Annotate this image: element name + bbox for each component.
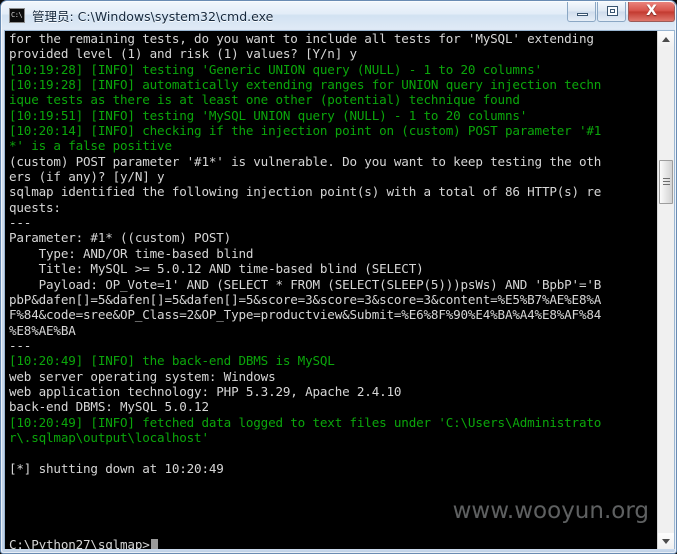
console-line: %E8%AE%BA [9, 322, 76, 338]
console-area: for the remaining tests, do you want to … [4, 30, 675, 551]
console-line: quests: [9, 199, 61, 215]
console-line-list: for the remaining tests, do you want to … [9, 31, 657, 537]
console-line: ers (if any)? [y/N] y [9, 169, 165, 185]
window-bottom-edge [1, 549, 676, 553]
console-line: [10:19:28] [INFO] testing 'Generic UNION… [9, 61, 542, 77]
maximize-button[interactable] [597, 2, 626, 22]
console-line: provided level (1) and risk (1) values? … [9, 46, 357, 62]
console-line: sqlmap identified the following injectio… [9, 184, 602, 200]
console-line: --- [9, 337, 32, 353]
console-line: web server operating system: Windows [9, 368, 276, 384]
title-bar[interactable]: C:\ 管理员: C:\Windows\system32\cmd.exe X [1, 1, 676, 29]
scroll-down-arrow-icon [662, 539, 670, 544]
minimize-button[interactable] [567, 2, 596, 22]
console-line: for the remaining tests, do you want to … [9, 31, 594, 46]
console-line: Parameter: #1* ((custom) POST) [9, 230, 232, 246]
cmd-exe-icon: C:\ [9, 8, 25, 23]
console-line: pbP&dafen[]=5&dafen[]=5&dafen[]=5&score=… [9, 291, 602, 307]
minimize-icon [577, 13, 588, 16]
vertical-scrollbar[interactable] [657, 31, 674, 550]
console-line: [10:20:49] [INFO] the back-end DBMS is M… [9, 353, 335, 369]
scroll-down-button[interactable] [658, 533, 674, 550]
console-line: [10:20:14] [INFO] checking if the inject… [9, 123, 602, 139]
scroll-up-arrow-icon [662, 37, 670, 42]
console-line: F%84&code=sree&OP_Class=2&OP_Type=produc… [9, 307, 602, 323]
window-controls: X [567, 2, 675, 22]
cmd-icon-glyph: C:\ [11, 11, 23, 19]
close-icon: X [646, 3, 657, 19]
console-line: [10:20:49] [INFO] fetched data logged to… [9, 414, 602, 430]
scrollbar-thumb[interactable] [659, 160, 673, 204]
console-line: ique tests as there is at least one othe… [9, 92, 520, 108]
console-line: back-end DBMS: MySQL 5.0.12 [9, 399, 209, 415]
console-line: --- [9, 215, 32, 231]
window-title: 管理员: C:\Windows\system32\cmd.exe [32, 8, 274, 24]
console-line: [*] shutting down at 10:20:49 [9, 460, 224, 476]
console-line: [10:19:51] [INFO] testing 'MySQL UNION q… [9, 107, 528, 123]
console-line: (custom) POST parameter '#1*' is vulnera… [9, 153, 602, 169]
console-output[interactable]: for the remaining tests, do you want to … [5, 31, 657, 550]
console-line: *' is a false positive [9, 138, 172, 154]
close-button[interactable]: X [628, 2, 675, 22]
console-window: C:\ 管理员: C:\Windows\system32\cmd.exe X f… [0, 0, 677, 554]
console-line: Type: AND/OR time-based blind [9, 245, 254, 261]
scroll-up-button[interactable] [658, 31, 674, 48]
console-line: [10:19:28] [INFO] automatically extendin… [9, 77, 602, 93]
console-line: Title: MySQL >= 5.0.12 AND time-based bl… [9, 261, 424, 277]
console-line: Payload: OP_Vote=1' AND (SELECT * FROM (… [9, 276, 602, 292]
maximize-icon [607, 6, 618, 16]
console-line: web application technology: PHP 5.3.29, … [9, 383, 402, 399]
console-line: r\.sqlmap\output\localhost' [9, 429, 209, 445]
